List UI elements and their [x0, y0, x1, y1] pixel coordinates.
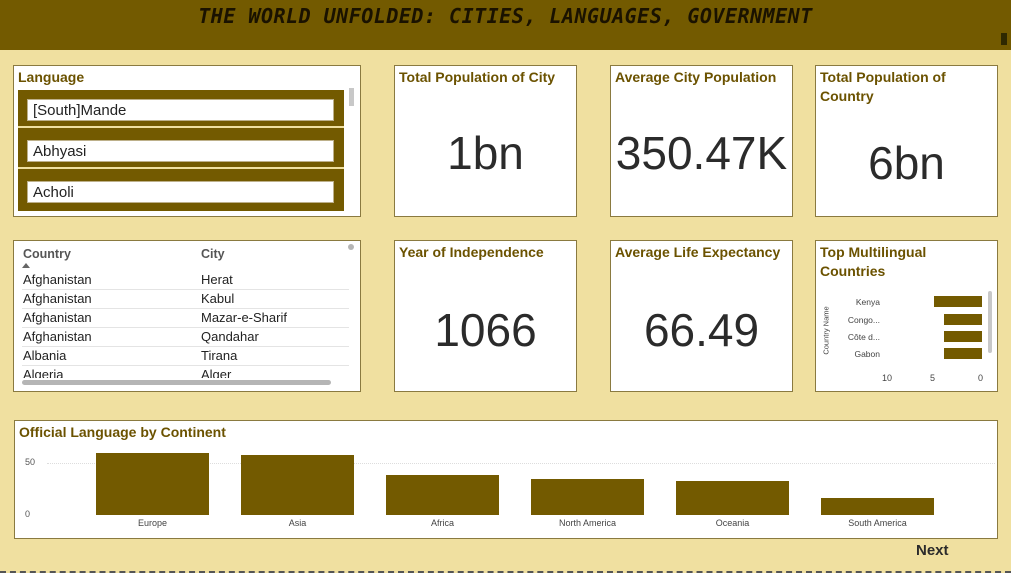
bar-africa[interactable] [386, 475, 499, 515]
header-scroll-handle[interactable] [1001, 33, 1007, 45]
slicer-item[interactable]: [South]Mande [18, 90, 344, 128]
cell-country: Afghanistan [23, 272, 92, 287]
bar-2[interactable] [944, 331, 982, 342]
kpi-average-city-population: Average City Population 350.47K [610, 65, 793, 217]
top-multilingual-countries-chart: Top Multilingual Countries Country Name … [815, 240, 998, 392]
table-row[interactable]: Afghanistan Herat [22, 271, 349, 290]
country-city-table: Country City Afghanistan Herat Afghanist… [13, 240, 361, 392]
cell-city: Tirana [201, 348, 238, 363]
slicer-item[interactable]: Acholi [18, 172, 344, 210]
kpi-total-country-population: Total Population of Country 6bn [815, 65, 998, 217]
language-slicer: Language [South]Mande Abhyasi Acholi [13, 65, 361, 217]
bar-south-america[interactable] [821, 498, 934, 515]
slicer-item-label: Acholi [33, 184, 74, 201]
axis-title: Country Name [821, 306, 831, 355]
table-row[interactable]: Afghanistan Mazar-e-Sharif [22, 309, 349, 328]
x-tick-label: Asia [288, 518, 307, 528]
cell-city: Kabul [201, 291, 235, 306]
bar-3[interactable] [944, 348, 982, 359]
kpi-title: Average Life Expectancy [615, 244, 781, 260]
slicer-item-box: Acholi [27, 181, 334, 203]
x-tick-label: South America [848, 518, 907, 528]
chart-scrollbar[interactable] [988, 291, 992, 353]
slicer-title: Language [18, 69, 85, 85]
bar-0[interactable] [934, 296, 982, 307]
chart-title: Top Multilingual Countries [820, 244, 927, 279]
cell-city: Qandahar [201, 329, 259, 344]
x-tick-label: Africa [430, 518, 454, 528]
column-header-country[interactable]: Country [23, 247, 71, 261]
sort-ascending-icon[interactable] [22, 263, 30, 268]
category-label: Gabon [854, 349, 880, 359]
table-row[interactable]: Albania Tirana [22, 347, 349, 366]
table-row[interactable]: Algeria Alger [22, 366, 349, 378]
cell-city: Mazar-e-Sharif [201, 310, 287, 325]
column-header-city[interactable]: City [201, 247, 225, 261]
cell-country: Afghanistan [23, 310, 92, 325]
kpi-title: Average City Population [615, 69, 777, 85]
category-label: Kenya [855, 297, 880, 307]
y-tick-label: 50 [25, 457, 36, 467]
kpi-value: 6bn [868, 137, 945, 189]
official-language-by-continent-chart: Official Language by Continent 50 0 Euro… [14, 420, 998, 539]
cell-country: Afghanistan [23, 291, 92, 306]
slicer-item-label: Abhyasi [33, 143, 87, 160]
slicer-scrollbar[interactable] [349, 88, 354, 106]
bar-1[interactable] [944, 314, 982, 325]
kpi-value: 1066 [434, 304, 537, 356]
cell-city: Herat [201, 272, 233, 287]
bar-oceania[interactable] [676, 481, 789, 515]
x-tick-label: 5 [930, 373, 936, 383]
table-horizontal-scrollbar[interactable] [22, 380, 331, 385]
x-tick-label: Oceania [715, 518, 750, 528]
page-title: THE WORLD UNFOLDED: CITIES, LANGUAGES, G… [198, 4, 813, 28]
chart-title: Official Language by Continent [19, 424, 226, 440]
cell-city: Alger [201, 367, 232, 378]
table-row[interactable]: Afghanistan Qandahar [22, 328, 349, 347]
slicer-list: [South]Mande Abhyasi Acholi [18, 90, 344, 211]
kpi-year-of-independence: Year of Independence 1066 [394, 240, 577, 392]
cell-country: Albania [23, 348, 67, 363]
x-tick-label: 10 [882, 373, 893, 383]
kpi-total-city-population: Total Population of City 1bn [394, 65, 577, 217]
cell-country: Afghanistan [23, 329, 92, 344]
category-label: Côte d... [847, 332, 880, 342]
slicer-item-box: Abhyasi [27, 140, 334, 162]
kpi-value: 1bn [447, 127, 524, 179]
category-label: Congo... [847, 315, 880, 325]
slicer-item-box: [South]Mande [27, 99, 334, 121]
kpi-average-life-expectancy: Average Life Expectancy 66.49 [610, 240, 793, 392]
table-row[interactable]: Afghanistan Kabul [22, 290, 349, 309]
table-vertical-scrollbar[interactable] [348, 244, 354, 250]
bar-north-america[interactable] [531, 479, 644, 515]
kpi-title: Total Population of Country [820, 69, 946, 104]
kpi-title: Total Population of City [399, 69, 556, 85]
bar-europe[interactable] [96, 453, 209, 515]
slicer-item[interactable]: Abhyasi [18, 131, 344, 169]
y-tick-label: 0 [25, 509, 31, 519]
x-tick-label: North America [558, 518, 617, 528]
slicer-item-label: [South]Mande [33, 102, 127, 119]
kpi-value: 66.49 [643, 304, 760, 356]
x-tick-label: 0 [978, 373, 984, 383]
next-button[interactable]: Next [916, 542, 949, 559]
x-tick-label: Europe [137, 518, 168, 528]
cell-country: Algeria [23, 367, 64, 378]
kpi-title: Year of Independence [399, 244, 544, 260]
kpi-value: 350.47K [615, 127, 788, 179]
bar-asia[interactable] [241, 455, 354, 515]
header-bar: THE WORLD UNFOLDED: CITIES, LANGUAGES, G… [0, 0, 1011, 50]
